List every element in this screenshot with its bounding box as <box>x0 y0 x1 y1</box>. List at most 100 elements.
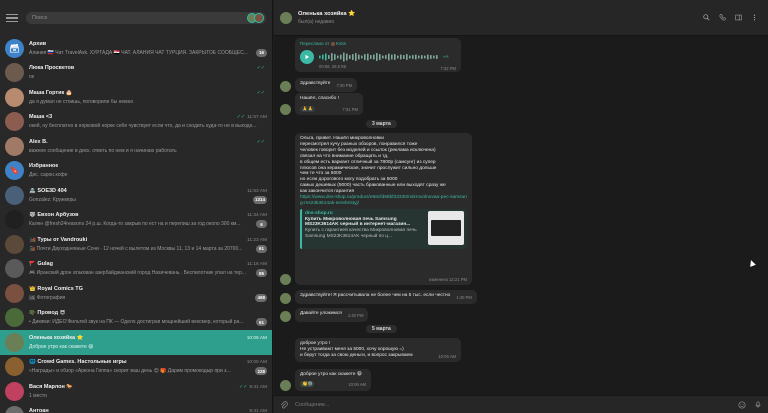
chat-name: Вася Марлон 🐎 <box>29 383 74 390</box>
avatar[interactable] <box>280 81 291 92</box>
chat-preview: ок <box>29 74 34 81</box>
chat-item-body: 🏯 SOE3D 404 11:53 AM Gonzalez: Кружкеры 131… <box>29 186 267 204</box>
waveform-bar <box>418 55 420 59</box>
avatar[interactable] <box>280 11 292 24</box>
waveform-bar <box>421 55 423 59</box>
microphone-icon[interactable] <box>754 400 762 409</box>
play-icon <box>305 54 309 60</box>
waveform-bar <box>376 53 378 61</box>
chat-item-body: Вася Марлон 🐎 ✓✓ 9:41 AM 1 место <box>29 382 267 400</box>
chat-list-item[interactable]: Люка Просветов ✓✓ ок <box>0 61 272 86</box>
message-time: 10:06 AM <box>348 382 366 387</box>
chat-preview: 🖼 Фотография <box>29 294 66 301</box>
reaction[interactable]: 🙏🙏 <box>300 106 316 112</box>
chat-list-item[interactable]: 🐺 Евхон Арбузов 11:34 AM Кален @fresh24rea… <box>0 208 272 233</box>
avatar: 🗃 <box>5 38 24 58</box>
avatar[interactable] <box>280 104 291 115</box>
unread-badge: 16 <box>256 48 267 57</box>
waveform-bar <box>385 55 387 59</box>
hamburger-menu-icon[interactable] <box>6 13 18 23</box>
stories-avatars[interactable] <box>247 13 264 23</box>
waveform-bar <box>427 54 429 60</box>
message-bubble[interactable]: доброе утро ! Не устраивают меня за 5000… <box>295 338 461 362</box>
chat-time: 10:00 AM <box>246 360 267 366</box>
avatar[interactable] <box>280 311 291 322</box>
reaction[interactable]: 👏😄 <box>300 381 315 387</box>
chat-list-item[interactable]: 🔖 Избранное Дис. сарон.кофе <box>0 159 272 184</box>
message-bubble[interactable]: Ольга, привет. Нашёл микроволновки перес… <box>295 133 472 285</box>
chat-item-body: 🚂 Туры от Vandrouki 11:23 AM 🚂 Почти Двухо… <box>29 235 267 253</box>
waveform-bar <box>349 55 351 59</box>
waveform-bar <box>394 54 396 60</box>
message-bubble[interactable]: Здравствуйте 7:30 PM <box>295 78 358 92</box>
attach-icon[interactable] <box>280 400 288 409</box>
chat-time: ✓✓ 9:41 AM <box>239 383 267 390</box>
date-separator: 3 марта <box>366 120 397 128</box>
chat-name: Маша <3 <box>29 114 53 121</box>
chat-list: 🗃 Архив Алания 🇷🇺 Чат TravelAsk. ХУРГАДА 🇪… <box>0 36 272 413</box>
message-bubble[interactable]: Доброе утро как скажете 😄 👏😄 10:06 AM <box>295 369 371 391</box>
chat-list-item[interactable]: 🪖 Провод 😎 • Дикими: ИДЕО'Фильтей звук на… <box>0 306 272 331</box>
avatar: 🔖 <box>5 161 24 181</box>
message-row: Давайте уложимся 1:40 PM <box>280 308 369 322</box>
avatar[interactable] <box>280 293 291 304</box>
avatar[interactable] <box>280 274 291 285</box>
voice-waveform[interactable] <box>319 52 439 62</box>
chat-preview: Алания 🇷🇺 Чат TravelAsk. ХУРГАДА 🇪🇬 ЧАТ.… <box>29 49 248 56</box>
message-bubble[interactable]: Давайте уложимся 1:40 PM <box>295 308 369 322</box>
message-history[interactable]: Переслано от Ksss »A 00:59, 29,5 КБ 7:32… <box>274 37 768 395</box>
waveform-bar <box>358 54 360 60</box>
avatar[interactable] <box>280 380 291 391</box>
chat-list-item[interactable]: Маша Гортик 🎂 ✓✓ да я думал не стоишь, пог… <box>0 85 272 110</box>
message-row: Ольга, привет. Нашёл микроволновки перес… <box>280 133 472 285</box>
link-preview[interactable]: dns-shop.ru Купить Микроволновая печь Sa… <box>300 208 467 249</box>
chat-list-item[interactable]: Антоан 9:41 AM <box>0 404 272 413</box>
chat-name: Маша Гортик 🎂 <box>29 89 73 96</box>
message-row: доброе утро ! Не устраивают меня за 5000… <box>280 338 461 362</box>
read-checks-icon: ✓✓ <box>256 89 265 96</box>
message-link[interactable]: https://www.dns-shop.ru/product/e56cfd68… <box>300 195 467 207</box>
chat-name: Люка Просветов <box>29 65 75 72</box>
waveform-bar <box>370 55 372 59</box>
chat-list-item[interactable]: 🚂 Туры от Vandrouki 11:23 AM 🚂 Почти Двухо… <box>0 232 272 257</box>
phone-icon[interactable] <box>719 14 726 21</box>
speed-toggle[interactable]: »A <box>443 54 449 60</box>
chat-list-item[interactable]: 🚩 Gulag 11:16 AM 🎮 Иранский дрон атакован … <box>0 257 272 282</box>
message-bubble[interactable]: Нашёл, спасибо ! 🙏🙏 7:31 PM <box>295 93 363 115</box>
play-button[interactable] <box>300 50 314 64</box>
chat-list-item[interactable]: 🏯 SOE3D 404 11:53 AM Gonzalez: Кружкеры 131… <box>0 183 272 208</box>
message-input[interactable] <box>295 401 730 408</box>
emoji-icon[interactable] <box>738 400 746 409</box>
message-row: Доброе утро как скажете 😄 👏😄 10:06 AM <box>280 369 371 391</box>
chat-list-item[interactable]: Оленька хозяйка ⭐ 10:06 AM Доброе утро как… <box>0 330 272 355</box>
message-text: доброе утро ! Не устраивают меня за 5000… <box>300 341 413 358</box>
conversation-header[interactable]: Оленька хозяйка ⭐ был(а) недавно <box>274 0 768 36</box>
chat-time <box>265 310 267 316</box>
voice-message-bubble[interactable]: Переслано от Ksss »A 00:59, 29,5 КБ 7:32… <box>295 38 461 72</box>
chat-list-item[interactable]: 🌐 Crowd Games. Настольные игры 10:00 AM «Н… <box>0 355 272 380</box>
message-text: Здравствуйте! Я рассчитывала не более че… <box>300 293 451 298</box>
avatar <box>5 332 24 352</box>
chat-list-topbar <box>0 0 272 36</box>
waveform-bar <box>403 55 405 59</box>
chat-list-item[interactable]: Alex B. ✓✓ важное сообщение в диск. ответь… <box>0 134 272 159</box>
chat-item-body: Избранное Дис. сарон.кофе <box>29 162 267 180</box>
chat-preview: Gonzalez: Кружкеры <box>29 196 76 203</box>
search-box[interactable] <box>26 12 266 24</box>
search-input[interactable] <box>32 15 260 21</box>
chat-list-item[interactable]: 👑 Royal Comics TG 🖼 Фотография 468 <box>0 281 272 306</box>
read-checks-icon: ✓✓ <box>239 383 248 390</box>
unread-badge: 6 <box>256 220 267 229</box>
chat-list-item[interactable]: Вася Марлон 🐎 ✓✓ 9:41 AM 1 место <box>0 379 272 404</box>
chat-time: 9:41 AM <box>249 409 267 413</box>
date-separator: 5 марта <box>366 325 397 333</box>
search-icon[interactable] <box>703 14 710 21</box>
message-bubble[interactable]: Здравствуйте! Я рассчитывала не более че… <box>295 290 477 304</box>
chat-time: 11:16 AM <box>247 262 267 268</box>
chat-list-item[interactable]: Маша <3 ✓✓ 11:57 AM окей, ну бесплатно в но… <box>0 110 272 135</box>
contact-status: был(а) недавно <box>298 18 335 25</box>
message-composer <box>274 395 768 413</box>
more-menu-icon[interactable] <box>751 14 758 21</box>
chat-list-item[interactable]: 🗃 Архив Алания 🇷🇺 Чат TravelAsk. ХУРГАДА 🇪… <box>0 36 272 61</box>
sidebar-toggle-icon[interactable] <box>735 14 742 21</box>
